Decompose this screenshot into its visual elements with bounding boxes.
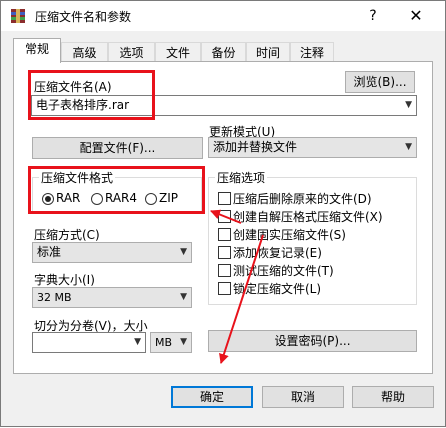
tab-time[interactable]: 时间: [246, 42, 290, 62]
dictionary-size-value: 32 MB: [37, 291, 72, 304]
compression-method-select[interactable]: 标准 ▼: [32, 242, 192, 263]
chevron-down-icon[interactable]: ▼: [405, 96, 412, 115]
create-solid-checkbox[interactable]: [218, 228, 231, 241]
set-password-button[interactable]: 设置密码(P)...: [208, 330, 417, 352]
dialog-window: 压缩文件名和参数 ? ✕ 常规 高级 选项 文件 备份 时间 注释 压缩文件名(…: [0, 0, 446, 427]
chevron-down-icon: ▼: [180, 337, 187, 347]
tab-advanced[interactable]: 高级: [61, 42, 108, 62]
chevron-down-icon[interactable]: ▼: [134, 333, 141, 352]
test-files-label: 测试压缩的文件(T): [233, 264, 334, 278]
window-title: 压缩文件名和参数: [35, 10, 132, 24]
split-unit-select[interactable]: MB ▼: [150, 332, 192, 353]
delete-after-checkbox[interactable]: [218, 192, 231, 205]
create-solid-label: 创建固实压缩文件(S): [233, 228, 346, 242]
lock-archive-label: 锁定压缩文件(L): [233, 282, 322, 296]
tab-comment[interactable]: 注释: [290, 42, 334, 62]
cancel-button[interactable]: 取消: [262, 386, 344, 408]
ok-button[interactable]: 确定: [171, 386, 253, 408]
dictionary-size-label: 字典大小(I): [34, 273, 95, 287]
recovery-record-checkbox[interactable]: [218, 246, 231, 259]
help-title-button[interactable]: ?: [353, 1, 393, 31]
tab-options[interactable]: 选项: [108, 42, 155, 62]
title-bar: 压缩文件名和参数 ? ✕: [1, 1, 445, 31]
chevron-down-icon: ▼: [180, 247, 187, 257]
tab-files[interactable]: 文件: [155, 42, 201, 62]
chevron-down-icon: ▼: [180, 292, 187, 302]
chevron-down-icon: ▼: [405, 142, 412, 152]
tab-backup[interactable]: 备份: [201, 42, 246, 62]
annotation-box-format: [28, 166, 205, 214]
create-sfx-checkbox[interactable]: [218, 210, 231, 223]
lock-archive-checkbox[interactable]: [218, 282, 231, 295]
profiles-button[interactable]: 配置文件(F)...: [32, 137, 203, 159]
archiving-options-label: 压缩选项: [215, 169, 268, 186]
winrar-app-icon: [11, 9, 25, 23]
split-unit-value: MB: [155, 336, 173, 349]
create-sfx-label: 创建自解压格式压缩文件(X): [233, 210, 383, 224]
annotation-box-archive-name: [28, 70, 155, 120]
split-size-input[interactable]: ▼: [32, 332, 146, 353]
update-mode-value: 添加并替换文件: [213, 140, 298, 154]
tab-bar: 常规 高级 选项 文件 备份 时间 注释: [13, 38, 433, 63]
test-files-checkbox[interactable]: [218, 264, 231, 277]
compression-method-value: 标准: [37, 245, 62, 259]
browse-button[interactable]: 浏览(B)...: [345, 71, 415, 93]
close-button[interactable]: ✕: [396, 1, 436, 31]
tab-general[interactable]: 常规: [13, 38, 61, 63]
delete-after-label: 压缩后删除原来的文件(D): [233, 192, 372, 206]
dictionary-size-select[interactable]: 32 MB ▼: [32, 287, 192, 308]
recovery-record-label: 添加恢复记录(E): [233, 246, 322, 260]
update-mode-select[interactable]: 添加并替换文件 ▼: [208, 137, 417, 158]
compression-method-label: 压缩方式(C): [34, 228, 100, 242]
help-button[interactable]: 帮助: [352, 386, 434, 408]
